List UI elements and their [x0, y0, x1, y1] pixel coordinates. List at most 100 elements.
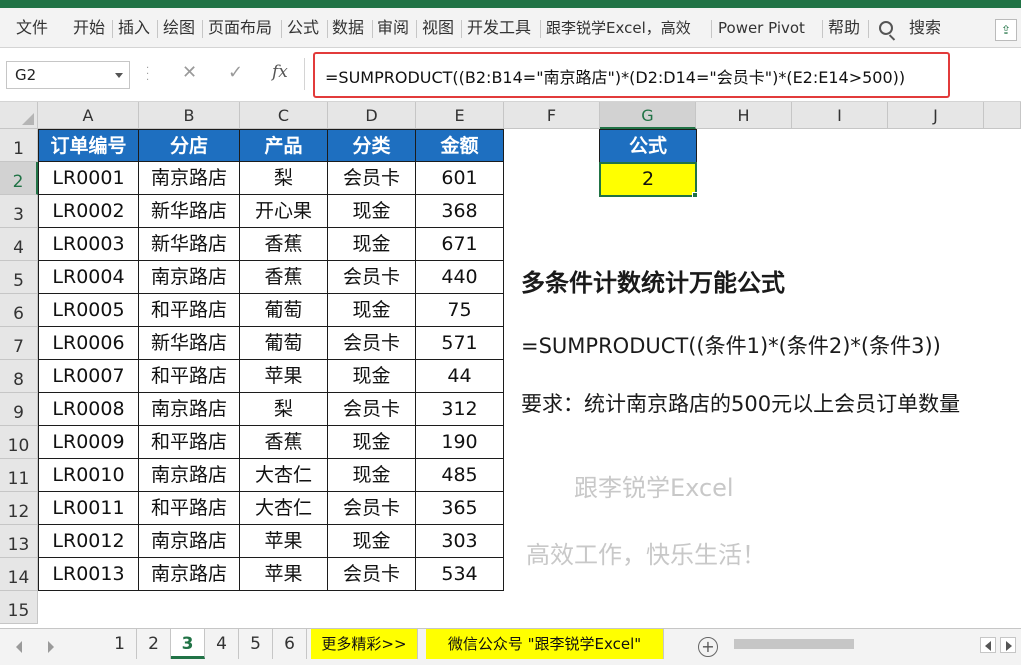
row-header-10[interactable]: 10 [0, 426, 38, 459]
table-cell-order-id[interactable]: LR0012 [38, 525, 139, 558]
ribbon-tab-power-pivot[interactable]: Power Pivot [718, 17, 805, 39]
table-cell-branch[interactable]: 和平路店 [139, 492, 240, 525]
scroll-tabs-right-icon[interactable] [48, 641, 54, 653]
table-cell-product[interactable]: 苹果 [240, 558, 328, 591]
table-cell-order-id[interactable]: LR0013 [38, 558, 139, 591]
column-header-c[interactable]: C [240, 102, 328, 129]
chevron-down-icon[interactable] [115, 73, 123, 78]
column-header-i[interactable]: I [792, 102, 888, 129]
add-sheet-button[interactable]: + [698, 637, 718, 657]
row-header-5[interactable]: 5 [0, 261, 38, 294]
scrollbar-thumb[interactable] [734, 639, 854, 649]
name-box[interactable]: G2 [6, 61, 130, 89]
ribbon-tab-page-layout[interactable]: 页面布局 [208, 17, 272, 39]
table-cell-order-id[interactable]: LR0001 [38, 162, 139, 195]
scroll-left-button[interactable] [980, 637, 996, 653]
table-cell-product[interactable]: 大杏仁 [240, 492, 328, 525]
table-cell-category[interactable]: 现金 [328, 195, 416, 228]
table-cell-category[interactable]: 现金 [328, 228, 416, 261]
table-cell-amount[interactable]: 75 [416, 294, 504, 327]
sheet-tab-3[interactable]: 3 [171, 629, 205, 659]
result-value-cell[interactable]: 2 [599, 162, 697, 197]
table-cell-product[interactable]: 苹果 [240, 525, 328, 558]
sheet-tab-5[interactable]: 5 [239, 629, 273, 659]
row-header-1[interactable]: 1 [0, 129, 38, 162]
table-cell-product[interactable]: 香蕉 [240, 261, 328, 294]
table-cell-product[interactable]: 梨 [240, 393, 328, 426]
result-header-cell[interactable]: 公式 [599, 129, 697, 163]
ribbon-tab-home[interactable]: 开始 [73, 17, 105, 39]
drag-handle-icon[interactable]: · · · [146, 64, 150, 86]
table-cell-product[interactable]: 梨 [240, 162, 328, 195]
table-cell-branch[interactable]: 和平路店 [139, 360, 240, 393]
ribbon-tab-custom[interactable]: 跟李锐学Excel，高效 [546, 17, 691, 39]
column-header-b[interactable]: B [139, 102, 240, 129]
ribbon-tab-insert[interactable]: 插入 [118, 17, 150, 39]
column-header-h[interactable]: H [696, 102, 792, 129]
ribbon-tab-draw[interactable]: 绘图 [163, 17, 195, 39]
row-header-6[interactable]: 6 [0, 294, 38, 327]
column-header-f[interactable]: F [504, 102, 600, 129]
row-header-12[interactable]: 12 [0, 492, 38, 525]
table-header-branch[interactable]: 分店 [139, 129, 240, 162]
sheet-tab-2[interactable]: 2 [137, 629, 171, 659]
ribbon-tab-file[interactable]: 文件 [16, 17, 48, 39]
table-cell-product[interactable]: 葡萄 [240, 294, 328, 327]
table-cell-branch[interactable]: 南京路店 [139, 393, 240, 426]
table-cell-product[interactable]: 香蕉 [240, 426, 328, 459]
row-header-13[interactable]: 13 [0, 525, 38, 558]
table-cell-order-id[interactable]: LR0005 [38, 294, 139, 327]
sheet-tab-wechat[interactable]: 微信公众号 "跟李锐学Excel" [426, 629, 664, 659]
table-header-category[interactable]: 分类 [328, 129, 416, 162]
row-header-8[interactable]: 8 [0, 360, 38, 393]
ribbon-tab-review[interactable]: 审阅 [377, 17, 409, 39]
table-cell-category[interactable]: 会员卡 [328, 327, 416, 360]
ribbon-tab-data[interactable]: 数据 [332, 17, 364, 39]
ribbon-tab-view[interactable]: 视图 [422, 17, 454, 39]
table-cell-category[interactable]: 会员卡 [328, 558, 416, 591]
row-header-9[interactable]: 9 [0, 393, 38, 426]
table-cell-product[interactable]: 葡萄 [240, 327, 328, 360]
table-cell-order-id[interactable]: LR0009 [38, 426, 139, 459]
enter-icon[interactable]: ✓ [228, 62, 243, 83]
table-cell-amount[interactable]: 601 [416, 162, 504, 195]
cancel-icon[interactable]: ✕ [182, 62, 197, 83]
select-all-button[interactable] [0, 102, 38, 129]
row-header-2[interactable]: 2 [0, 162, 38, 195]
row-header-14[interactable]: 14 [0, 558, 38, 591]
table-cell-category[interactable]: 现金 [328, 360, 416, 393]
table-cell-amount[interactable]: 303 [416, 525, 504, 558]
table-cell-category[interactable]: 现金 [328, 426, 416, 459]
row-header-11[interactable]: 11 [0, 459, 38, 492]
formula-input[interactable]: =SUMPRODUCT((B2:B14="南京路店")*(D2:D14="会员卡… [325, 64, 905, 88]
table-header-product[interactable]: 产品 [240, 129, 328, 162]
table-cell-product[interactable]: 开心果 [240, 195, 328, 228]
table-header-order-id[interactable]: 订单编号 [38, 129, 139, 162]
search-label[interactable]: 搜索 [909, 17, 941, 39]
table-cell-order-id[interactable]: LR0004 [38, 261, 139, 294]
column-header-g[interactable]: G [600, 102, 696, 129]
column-header-a[interactable]: A [38, 102, 139, 129]
row-header-4[interactable]: 4 [0, 228, 38, 261]
table-cell-branch[interactable]: 南京路店 [139, 558, 240, 591]
ribbon-tab-help[interactable]: 帮助 [828, 17, 860, 39]
table-cell-category[interactable]: 现金 [328, 294, 416, 327]
column-header-k[interactable] [984, 102, 1021, 129]
table-cell-order-id[interactable]: LR0003 [38, 228, 139, 261]
table-cell-amount[interactable]: 312 [416, 393, 504, 426]
share-icon[interactable]: ⇪ [995, 19, 1017, 41]
scroll-tabs-left-icon[interactable] [16, 641, 22, 653]
table-cell-order-id[interactable]: LR0006 [38, 327, 139, 360]
table-cell-amount[interactable]: 190 [416, 426, 504, 459]
fill-handle[interactable] [692, 192, 698, 198]
ribbon-tab-developer[interactable]: 开发工具 [467, 17, 531, 39]
table-cell-amount[interactable]: 44 [416, 360, 504, 393]
scroll-right-button[interactable] [1000, 637, 1016, 653]
sheet-tab-4[interactable]: 4 [205, 629, 239, 659]
table-cell-order-id[interactable]: LR0002 [38, 195, 139, 228]
table-cell-product[interactable]: 大杏仁 [240, 459, 328, 492]
table-cell-branch[interactable]: 南京路店 [139, 261, 240, 294]
table-cell-branch[interactable]: 新华路店 [139, 195, 240, 228]
table-cell-order-id[interactable]: LR0008 [38, 393, 139, 426]
table-cell-branch[interactable]: 南京路店 [139, 525, 240, 558]
